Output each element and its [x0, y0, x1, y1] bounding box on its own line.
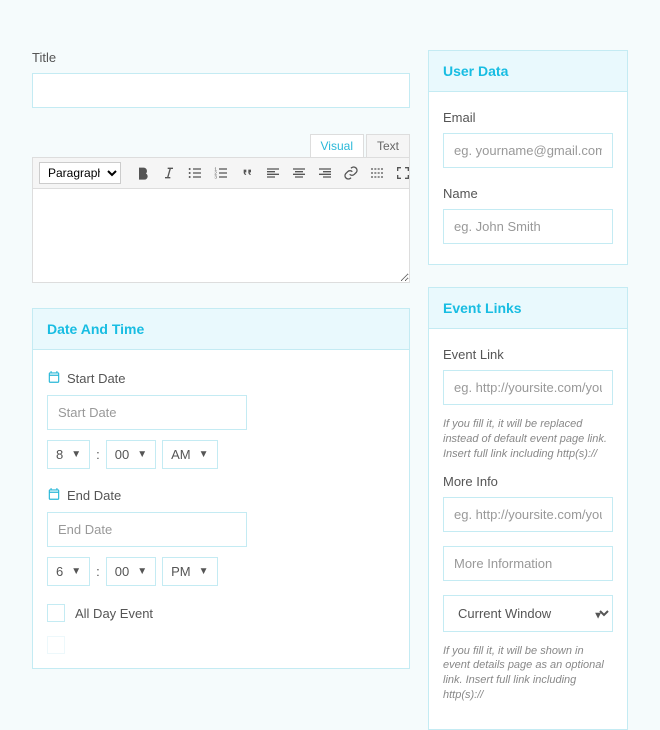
- title-field: Title: [32, 50, 410, 108]
- start-date-input[interactable]: [47, 395, 247, 430]
- hide-endtime-checkbox[interactable]: [47, 636, 65, 654]
- title-label: Title: [32, 50, 410, 65]
- more-info-help: If you fill it, it will be shown in even…: [443, 644, 613, 703]
- link-target-select[interactable]: Current Window: [443, 595, 613, 632]
- numbered-list-icon[interactable]: 123: [211, 163, 231, 183]
- end-date-input[interactable]: [47, 512, 247, 547]
- svg-text:3: 3: [214, 174, 217, 179]
- paragraph-select[interactable]: Paragraph: [39, 162, 121, 184]
- blockquote-icon[interactable]: [237, 163, 257, 183]
- end-date-label: End Date: [67, 488, 121, 503]
- event-link-help: If you fill it, it will be replaced inst…: [443, 417, 613, 462]
- email-label: Email: [443, 110, 613, 125]
- name-input[interactable]: [443, 209, 613, 244]
- start-date-label: Start Date: [67, 371, 126, 386]
- start-min-select[interactable]: 00▼: [106, 440, 156, 469]
- tab-visual[interactable]: Visual: [310, 134, 364, 157]
- link-icon[interactable]: [341, 163, 361, 183]
- allday-label: All Day Event: [75, 606, 153, 621]
- italic-icon[interactable]: [159, 163, 179, 183]
- bullet-list-icon[interactable]: [185, 163, 205, 183]
- time-separator: :: [96, 564, 100, 579]
- user-data-panel: User Data Email Name: [428, 50, 628, 265]
- end-hour-select[interactable]: 6▼: [47, 557, 90, 586]
- editor-toolbar: Paragraph 123: [32, 157, 410, 189]
- time-separator: :: [96, 447, 100, 462]
- more-info-label: More Info: [443, 474, 613, 489]
- align-center-icon[interactable]: [289, 163, 309, 183]
- event-link-label: Event Link: [443, 347, 613, 362]
- event-links-panel: Event Links Event Link If you fill it, i…: [428, 287, 628, 730]
- more-info-title-input[interactable]: [443, 546, 613, 581]
- user-data-header: User Data: [429, 51, 627, 92]
- bold-icon[interactable]: [133, 163, 153, 183]
- start-hour-select[interactable]: 8▼: [47, 440, 90, 469]
- end-ampm-select[interactable]: PM▼: [162, 557, 217, 586]
- more-info-url-input[interactable]: [443, 497, 613, 532]
- event-links-header: Event Links: [429, 288, 627, 329]
- date-time-panel: Date And Time Start Date 8▼ : 00▼ AM▼: [32, 308, 410, 669]
- editor: Visual Text Paragraph 123: [32, 134, 410, 286]
- fullscreen-icon[interactable]: [393, 163, 410, 183]
- tab-text[interactable]: Text: [366, 134, 410, 157]
- event-link-input[interactable]: [443, 370, 613, 405]
- name-label: Name: [443, 186, 613, 201]
- allday-checkbox[interactable]: [47, 604, 65, 622]
- align-right-icon[interactable]: [315, 163, 335, 183]
- calendar-icon: [47, 487, 61, 504]
- title-input[interactable]: [32, 73, 410, 108]
- insert-more-icon[interactable]: [367, 163, 387, 183]
- start-ampm-select[interactable]: AM▼: [162, 440, 217, 469]
- end-min-select[interactable]: 00▼: [106, 557, 156, 586]
- date-time-header: Date And Time: [33, 309, 409, 350]
- align-left-icon[interactable]: [263, 163, 283, 183]
- calendar-icon: [47, 370, 61, 387]
- email-input[interactable]: [443, 133, 613, 168]
- editor-textarea[interactable]: [32, 189, 410, 283]
